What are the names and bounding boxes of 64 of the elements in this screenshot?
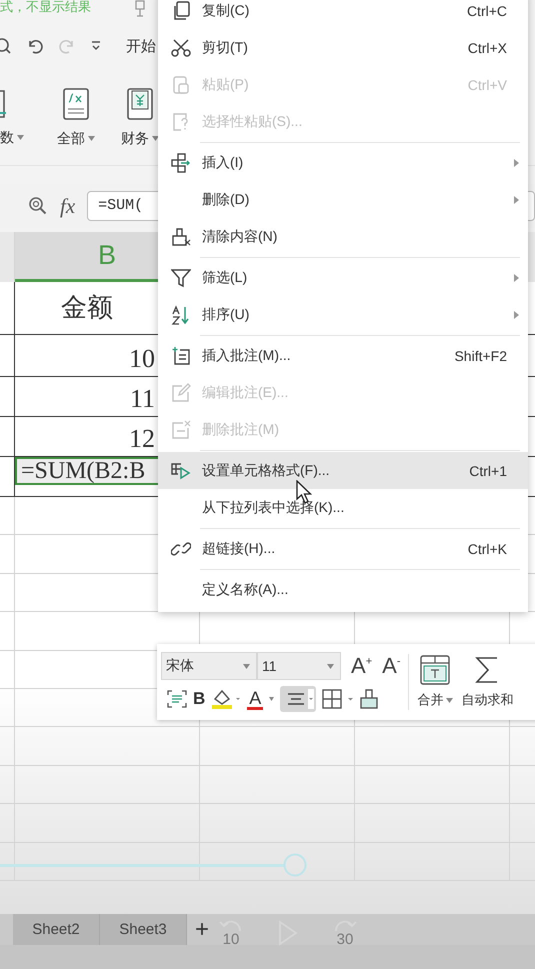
wrap-text-icon[interactable]	[167, 690, 187, 708]
menu-item[interactable]: 定义名称(A)...	[158, 571, 528, 608]
cell-format-icon	[171, 462, 191, 480]
menu-item[interactable]: 复制(C) Ctrl+C	[158, 0, 528, 29]
merge-button[interactable]: 合并	[417, 655, 454, 709]
menu-item[interactable]: 插入(I)	[158, 144, 528, 181]
clipboard-question-icon	[172, 112, 190, 132]
menu-item[interactable]: 设置单元格格式(F)... Ctrl+1	[158, 452, 528, 489]
customize-caret-icon[interactable]	[90, 40, 102, 52]
caret-icon	[327, 664, 334, 668]
progress-handle[interactable]	[282, 853, 307, 877]
menu-item[interactable]: 超链接(H)... Ctrl+K	[158, 530, 528, 567]
menu-item[interactable]: 剪切(T) Ctrl+X	[158, 29, 528, 66]
submenu-arrow-icon	[514, 274, 519, 282]
sheet-tab[interactable]: Sheet2	[13, 914, 100, 945]
ribbon-tab[interactable]: 开始	[126, 36, 156, 56]
bold-button[interactable]: B	[193, 689, 206, 709]
ribbon-button[interactable]: 全部	[52, 88, 100, 148]
caret-icon	[446, 698, 454, 702]
font-size-select[interactable]: 11	[257, 652, 341, 680]
caret-icon	[269, 697, 274, 701]
caret-icon	[88, 136, 95, 141]
comment-delete-icon	[171, 420, 191, 440]
sheet-tab[interactable]: Sheet3	[100, 914, 187, 945]
caret-icon	[17, 135, 24, 140]
format-painter-icon[interactable]	[360, 689, 378, 709]
font-color-button[interactable]: A	[247, 688, 264, 710]
caret-icon	[152, 136, 159, 141]
fill-color-icon[interactable]	[211, 688, 242, 710]
finance-book-icon	[127, 88, 153, 120]
submenu-arrow-icon	[514, 158, 519, 166]
rewind-seconds: 10	[222, 932, 240, 947]
borders-icon[interactable]	[322, 689, 354, 709]
autosum-button[interactable]: 自动求和	[461, 655, 514, 709]
align-center-icon	[286, 692, 306, 706]
merge-cells-icon	[420, 655, 450, 685]
shrink-font-button[interactable]: A$^{-}$	[382, 655, 400, 677]
ribbon-button[interactable]: 数	[0, 88, 36, 146]
undo-icon[interactable]	[26, 37, 44, 55]
grow-font-button[interactable]: A$^{+}$	[351, 655, 372, 677]
function-label[interactable]: fx	[60, 194, 76, 218]
submenu-arrow-icon	[514, 310, 519, 318]
align-center-button[interactable]	[280, 686, 316, 712]
menu-item[interactable]: 从下拉列表中选择(K)...	[158, 489, 528, 526]
comment-insert-icon	[171, 346, 191, 366]
formula-book-icon	[63, 88, 89, 120]
forward-seconds: 30	[336, 932, 354, 947]
filter-icon	[171, 268, 191, 288]
caret-icon	[308, 689, 314, 709]
font-select[interactable]: 宋体	[161, 652, 257, 680]
copy-icon	[172, 0, 190, 20]
scissors-icon	[171, 38, 191, 56]
comment-edit-icon	[171, 382, 191, 402]
sort-icon	[171, 304, 191, 324]
clipboard-icon	[172, 74, 190, 94]
eraser-icon	[171, 226, 191, 246]
hint-text: 式，不显示结果	[0, 0, 91, 14]
caret-icon	[243, 664, 250, 668]
insert-cells-icon	[171, 152, 191, 172]
print-preview-icon[interactable]	[0, 37, 12, 55]
add-sheet-button[interactable]: +	[187, 914, 217, 945]
menu-item[interactable]: 删除(D)	[158, 181, 528, 218]
submenu-arrow-icon	[514, 196, 519, 204]
zoom-icon[interactable]	[28, 196, 48, 216]
